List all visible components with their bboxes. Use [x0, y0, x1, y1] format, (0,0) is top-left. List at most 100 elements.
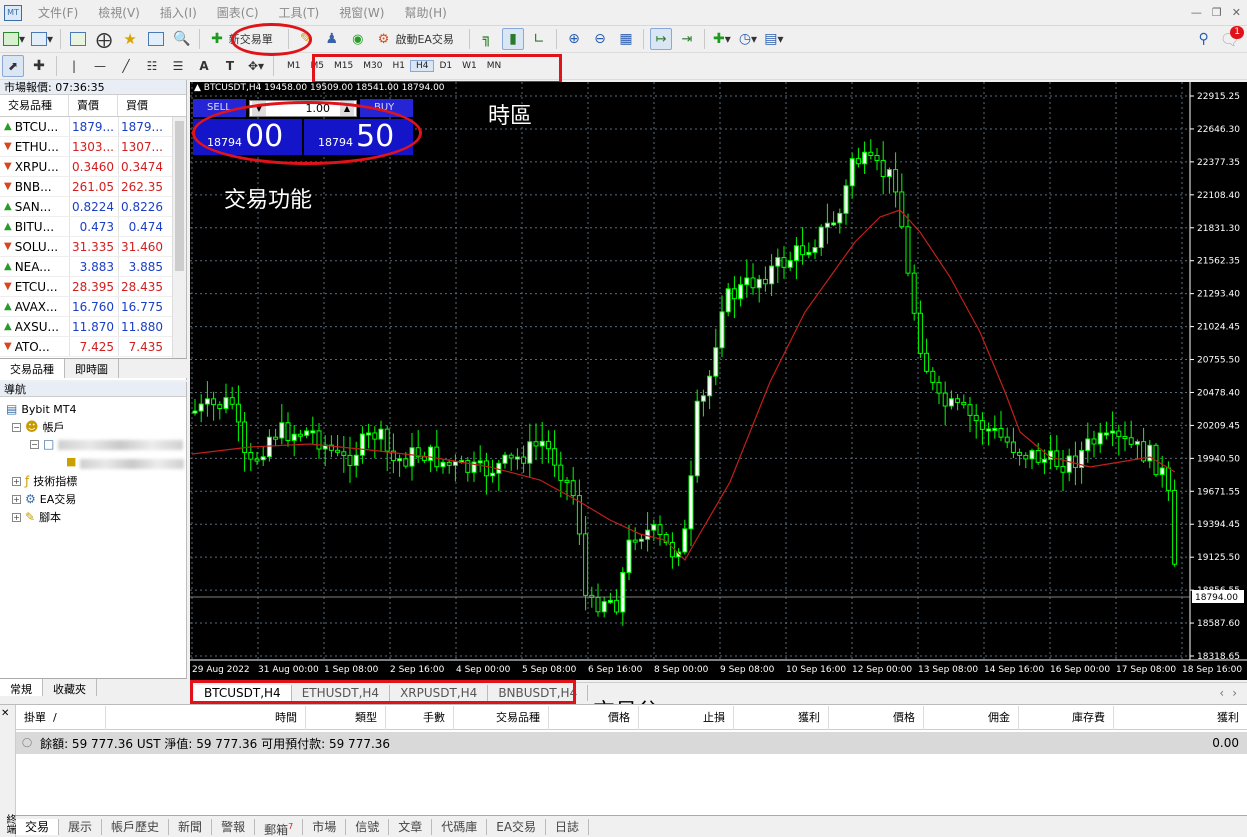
col-time[interactable]: 時間 [106, 705, 306, 730]
tab-signals[interactable]: 信號 [346, 818, 390, 835]
col-symbol[interactable]: 交易品種 [0, 95, 69, 116]
col-type[interactable]: 類型 [306, 705, 386, 730]
tab-market[interactable]: 市場 [303, 818, 347, 835]
tab-favorites[interactable]: 收藏夾 [43, 679, 97, 696]
tab-common[interactable]: 常規 [0, 679, 43, 696]
tab-trade[interactable]: 交易 [16, 818, 60, 835]
collapse-icon[interactable]: − [30, 439, 39, 449]
balance-row[interactable]: ◯ 餘額: 59 777.36 UST 淨值: 59 777.36 可用預付款:… [16, 732, 1247, 754]
expand-icon[interactable]: + [12, 494, 21, 504]
col-swap[interactable]: 庫存費 [1019, 705, 1114, 730]
scroll-thumb[interactable] [175, 121, 184, 271]
tab-articles[interactable]: 文章 [389, 818, 433, 835]
col-profit[interactable]: 獲利 [1114, 706, 1247, 730]
nav-root[interactable]: ▤ Bybit MT4 [6, 402, 76, 416]
col-symbol[interactable]: 交易品種 [454, 705, 549, 730]
market-watch-row[interactable]: ▲ AXSU... 11.870 11.880 [0, 317, 186, 337]
nav-experts[interactable]: + ⚙ EA交易 [12, 491, 76, 507]
vps-button[interactable]: ◉ [347, 28, 369, 50]
market-watch-button[interactable] [67, 28, 89, 50]
nav-scripts[interactable]: + ✎ 腳本 [12, 509, 61, 525]
tab-account-history[interactable]: 帳戶歷史 [102, 818, 170, 835]
menu-view[interactable]: 檢視(V) [88, 4, 150, 21]
col-stop-loss[interactable]: 止損 [639, 705, 734, 730]
tab-alerts[interactable]: 警報 [212, 818, 256, 835]
col-ask[interactable]: 買價 [118, 95, 167, 116]
col-take-profit[interactable]: 獲利 [734, 705, 829, 730]
close-icon[interactable]: ✕ [1232, 6, 1241, 19]
tile-windows-button[interactable]: ▦ [615, 28, 637, 50]
text-label-button[interactable]: T [219, 55, 241, 77]
text-button[interactable]: A [193, 55, 215, 77]
channel-button[interactable]: ☷ [141, 55, 163, 77]
auto-scroll-button[interactable]: ↦ [649, 28, 672, 50]
tab-exposure[interactable]: 展示 [59, 818, 103, 835]
market-watch-row[interactable]: ▼ SOLU... 31.335 31.460 [0, 237, 186, 257]
menu-tools[interactable]: 工具(T) [269, 4, 330, 21]
indicators-button[interactable]: ✚ ▾ [711, 28, 733, 50]
new-chart-button[interactable]: ▾ [2, 28, 26, 50]
menu-window[interactable]: 視窗(W) [329, 4, 394, 21]
crosshair-button[interactable]: ✚ [28, 55, 50, 77]
menu-chart[interactable]: 圖表(C) [207, 4, 269, 21]
nav-accounts[interactable]: − ☻ 帳戶 [12, 419, 65, 435]
navigator-button[interactable]: ★ [119, 28, 141, 50]
tab-scroll-left-icon[interactable]: ‹ [1219, 686, 1224, 700]
terminal-close-icon[interactable]: ✕ [1, 708, 9, 719]
menu-insert[interactable]: 插入(I) [150, 4, 207, 21]
market-watch-row[interactable]: ▲ BTCU... 1879... 1879... [0, 117, 186, 137]
restore-icon[interactable]: ❐ [1212, 6, 1222, 19]
nav-account-entry[interactable]: − □ [30, 437, 54, 451]
menu-help[interactable]: 幫助(H) [394, 4, 456, 21]
chart-shift-button[interactable]: ⇥ [676, 28, 698, 50]
candlestick-button[interactable]: ▮ [501, 28, 524, 50]
collapse-icon[interactable]: − [12, 422, 21, 432]
horizontal-line-button[interactable]: — [89, 55, 111, 77]
templates-button[interactable]: ▤ ▾ [763, 28, 785, 50]
market-watch-row[interactable]: ▲ BITU... 0.473 0.474 [0, 217, 186, 237]
nav-account-sub[interactable]: ■ [66, 455, 76, 468]
trendline-button[interactable]: ╱ [115, 55, 137, 77]
col-commission[interactable]: 佣金 [924, 705, 1019, 730]
col-current-price[interactable]: 價格 [829, 705, 924, 730]
tab-symbols[interactable]: 交易品種 [0, 359, 65, 378]
tab-mailbox[interactable]: 郵箱7 [255, 818, 304, 837]
auto-trading-button[interactable]: ⚙ 啟動EA交易 [373, 28, 463, 50]
signals-button[interactable]: ♟ [321, 28, 343, 50]
search-button[interactable]: ⚲ [1193, 28, 1215, 50]
market-watch-row[interactable]: ▼ ETHU... 1303... 1307... [0, 137, 186, 157]
bar-chart-button[interactable]: ╗ [476, 28, 498, 50]
market-watch-row[interactable]: ▼ ATO... 7.425 7.435 [0, 337, 186, 357]
price-chart[interactable]: 22915.25 22646.30 22377.35 22108.40 21831.30… [190, 82, 1247, 680]
cursor-button[interactable]: ⬈ [2, 55, 24, 77]
expand-icon[interactable]: + [12, 476, 21, 486]
profiles-button[interactable]: ▾ [30, 28, 54, 50]
timeframe-m1[interactable]: M1 [282, 61, 306, 71]
vertical-line-button[interactable]: | [63, 55, 85, 77]
market-watch-scrollbar[interactable]: ⌄ [172, 117, 186, 364]
col-lots[interactable]: 手數 [386, 705, 454, 730]
col-bid[interactable]: 賣價 [69, 95, 118, 116]
notifications-button[interactable]: 🗨 1 [1219, 26, 1244, 50]
col-price[interactable]: 價格 [549, 705, 639, 730]
line-chart-button[interactable]: ∟ [528, 28, 550, 50]
zoom-in-button[interactable]: ⊕ [563, 28, 585, 50]
market-watch-row[interactable]: ▼ ETCU... 28.395 28.435 [0, 277, 186, 297]
market-watch-row[interactable]: ▲ NEA... 3.883 3.885 [0, 257, 186, 277]
tab-scroll-right-icon[interactable]: › [1232, 686, 1237, 700]
market-watch-row[interactable]: ▲ SAN... 0.8224 0.8226 [0, 197, 186, 217]
market-watch-row[interactable]: ▲ AVAX... 16.760 16.775 [0, 297, 186, 317]
tab-tick-chart[interactable]: 即時圖 [65, 359, 119, 378]
fibonacci-button[interactable]: ☰ [167, 55, 189, 77]
col-order[interactable]: 掛單 / [16, 705, 106, 730]
terminal-button[interactable] [145, 28, 167, 50]
zoom-out-button[interactable]: ⊖ [589, 28, 611, 50]
tab-experts[interactable]: EA交易 [487, 818, 547, 835]
chart-window[interactable]: 22915.25 22646.30 22377.35 22108.40 21831.30… [190, 82, 1247, 680]
arrows-button[interactable]: ✥ ▾ [245, 55, 267, 77]
tab-news[interactable]: 新聞 [169, 818, 213, 835]
market-watch-row[interactable]: ▼ BNB... 261.05 262.35 [0, 177, 186, 197]
expand-icon[interactable]: + [12, 512, 21, 522]
market-watch-row[interactable]: ▼ XRPU... 0.3460 0.3474 [0, 157, 186, 177]
data-window-button[interactable]: ⨁ [93, 28, 115, 50]
